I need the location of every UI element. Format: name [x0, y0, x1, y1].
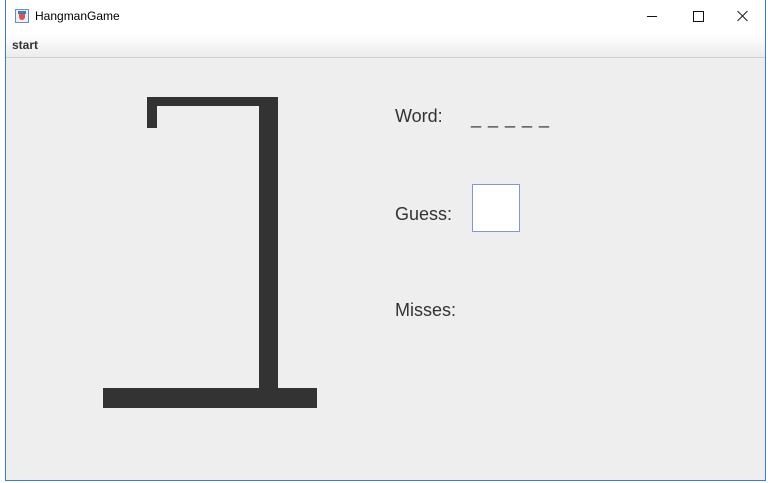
game-panel: Word: _ _ _ _ _ Guess: Misses: — [6, 58, 765, 480]
word-label: Word: — [395, 106, 443, 126]
java-app-icon — [15, 9, 29, 23]
menu-item-start[interactable]: start — [12, 38, 38, 52]
window-title: HangmanGame — [35, 9, 120, 23]
gallows-base — [103, 388, 317, 408]
maximize-button[interactable] — [675, 0, 721, 32]
title-bar[interactable]: HangmanGame — [6, 0, 765, 34]
guess-label: Guess: — [395, 204, 453, 224]
app-window: HangmanGame start Word: _ _ _ _ _ Guess:… — [5, 0, 766, 481]
misses-label: Misses: — [395, 300, 457, 320]
gallows-rope-hook — [147, 97, 157, 128]
word-display: _ _ _ _ _ — [471, 108, 551, 128]
close-button[interactable] — [720, 0, 766, 32]
minimize-button[interactable] — [629, 0, 675, 32]
close-icon — [737, 10, 749, 22]
minimize-icon — [647, 15, 657, 17]
guess-input[interactable] — [472, 184, 520, 232]
gallows-post — [259, 97, 278, 390]
menu-bar: start — [6, 34, 765, 58]
maximize-icon — [692, 10, 704, 22]
